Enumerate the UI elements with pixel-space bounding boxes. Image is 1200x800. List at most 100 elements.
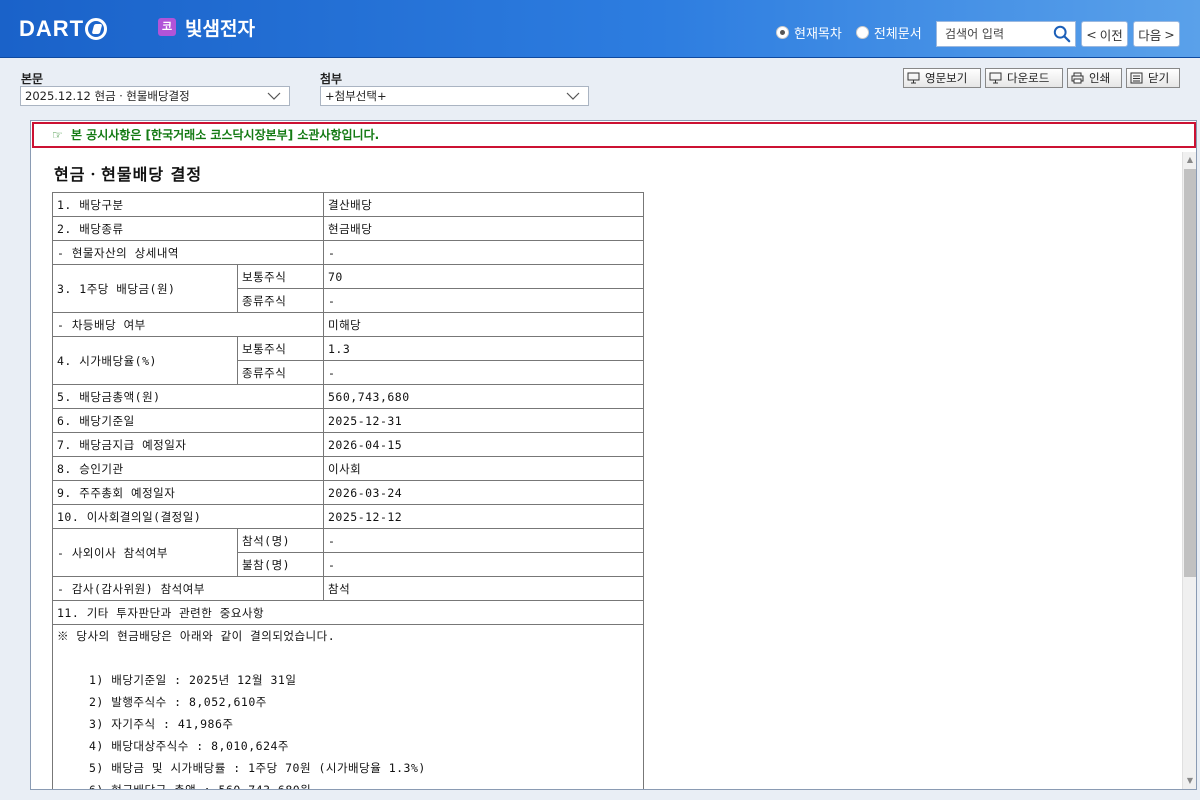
radio-unchecked-icon <box>855 26 869 39</box>
row-label: 2. 배당종류 <box>52 216 324 241</box>
logo-text: DART <box>19 16 85 41</box>
body-select-value: 2025.12.12 현금ㆍ현물배당결정 <box>25 89 190 103</box>
next-button[interactable]: 다음 > <box>1133 21 1180 47</box>
search-input[interactable] <box>937 22 1047 46</box>
row-label: 6. 배당기준일 <box>52 408 324 433</box>
row-label: 9. 주주총회 예정일자 <box>52 480 324 505</box>
jurisdiction-notice: ☞ 본 공시사항은 [한국거래소 코스닥시장본부] 소관사항입니다. <box>32 122 1196 148</box>
row-sublabel: 종류주식 <box>237 288 324 313</box>
row-value: 1.3 <box>323 336 644 361</box>
vertical-scrollbar[interactable]: ▲ ▼ <box>1182 152 1196 789</box>
print-label: 인쇄 <box>1089 71 1111 85</box>
scroll-down-icon[interactable]: ▼ <box>1186 777 1194 785</box>
note-item: 6) 현금배당금 총액 : 560,743,680원 <box>57 779 639 789</box>
body-label: 본문 <box>21 72 44 86</box>
row-label: 1. 배당구분 <box>52 192 324 217</box>
row-label: 3. 1주당 배당금(원) <box>52 264 238 313</box>
table-row: 11. 기타 투자판단과 관련한 중요사항 <box>52 600 644 625</box>
attach-select-value: +첨부선택+ <box>325 89 387 103</box>
row-label: 10. 이사회결의일(결정일) <box>52 504 324 529</box>
note-item: 2) 발행주식수 : 8,052,610주 <box>89 695 267 709</box>
pointing-hand-icon: ☞ <box>52 128 63 142</box>
prev-button[interactable]: < 이전 <box>1081 21 1128 47</box>
table-row: ※ 당사의 현금배당은 아래와 같이 결의되었습니다. 1) 배당기준일 : 2… <box>52 624 644 789</box>
radio-current-toc[interactable]: 현재목차 <box>776 23 842 42</box>
radio-whole-document[interactable]: 전체문서 <box>855 23 922 42</box>
close-button[interactable]: 닫기 <box>1126 68 1180 88</box>
dividend-table: 1. 배당구분 결산배당 2. 배당종류 현금배당 - 현물자산의 상세내역 -… <box>52 192 644 789</box>
row-value: 참석 <box>323 576 644 601</box>
search-scope-radio-group: 현재목차 전체문서 <box>776 23 936 42</box>
scroll-up-icon[interactable]: ▲ <box>1186 156 1194 164</box>
search-icon[interactable] <box>1053 25 1071 43</box>
table-row: 3. 1주당 배당금(원) 보통주식 70 <box>52 264 644 313</box>
row-label: 5. 배당금총액(원) <box>52 384 324 409</box>
row-label: - 현물자산의 상세내역 <box>52 240 324 265</box>
print-button[interactable]: 인쇄 <box>1067 68 1122 88</box>
download-label: 다운로드 <box>1007 71 1050 85</box>
dart-logo[interactable]: DART <box>19 16 108 42</box>
english-view-label: 영문보기 <box>925 71 968 85</box>
radio-all-label: 전체문서 <box>873 27 922 42</box>
search-box <box>936 21 1076 47</box>
document-body: 현금ㆍ현물배당 결정 1. 배당구분 결산배당 2. 배당종류 현금배당 - 현… <box>32 151 1180 789</box>
note-item: 3) 자기주식 : 41,986주 <box>89 717 234 731</box>
row-value: 2026-04-15 <box>323 432 644 457</box>
row-label: 7. 배당금지급 예정일자 <box>52 432 324 457</box>
body-select[interactable]: 2025.12.12 현금ㆍ현물배당결정 <box>20 86 290 106</box>
row-value: 560,743,680 <box>323 384 644 409</box>
logo-mark-icon <box>85 18 108 40</box>
notice-text: 본 공시사항은 [한국거래소 코스닥시장본부] 소관사항입니다. <box>70 128 380 142</box>
row-value: - <box>323 240 644 265</box>
close-label: 닫기 <box>1148 71 1170 85</box>
prev-button-label: 이전 <box>1099 27 1123 43</box>
row-value: 이사회 <box>323 456 644 481</box>
monitor-icon <box>989 72 1002 84</box>
next-button-label: 다음 <box>1138 27 1162 43</box>
row-value: - <box>323 360 644 385</box>
row-label: 4. 시가배당율(%) <box>52 336 238 385</box>
row-sublabel: 보통주식 <box>237 264 324 289</box>
close-window-icon <box>1130 72 1143 84</box>
document-frame: ☞ 본 공시사항은 [한국거래소 코스닥시장본부] 소관사항입니다. 현금ㆍ현물… <box>30 120 1197 790</box>
english-view-button[interactable]: 영문보기 <box>903 68 981 88</box>
scrollbar-thumb[interactable] <box>1184 169 1196 577</box>
row-value: - <box>323 552 644 577</box>
row-label: - 사외이사 참석여부 <box>52 528 238 577</box>
table-row: 10. 이사회결의일(결정일) 2025-12-12 <box>52 504 644 529</box>
notes-cell: ※ 당사의 현금배당은 아래와 같이 결의되었습니다. 1) 배당기준일 : 2… <box>52 624 644 789</box>
table-row: - 사외이사 참석여부 참석(명) - <box>52 528 644 577</box>
company-name: 빛샘전자 <box>185 18 255 40</box>
row-label: - 차등배당 여부 <box>52 312 324 337</box>
row-sublabel: 참석(명) <box>237 528 324 553</box>
note-item: 1) 배당기준일 : 2025년 12월 31일 <box>89 673 297 687</box>
printer-icon <box>1071 72 1084 84</box>
row-value: 결산배당 <box>323 192 644 217</box>
chevron-down-icon <box>566 92 580 100</box>
chevron-down-icon <box>267 92 281 100</box>
table-row: 2. 배당종류 현금배당 <box>52 216 644 241</box>
table-row: 1. 배당구분 결산배당 <box>52 192 644 217</box>
table-row: 8. 승인기관 이사회 <box>52 456 644 481</box>
top-header: DART 코 빛샘전자 현재목차 전체문서 < 이전 다음 > <box>0 0 1200 58</box>
row-value: 2026-03-24 <box>323 480 644 505</box>
table-row: 4. 시가배당율(%) 보통주식 1.3 <box>52 336 644 385</box>
row-sublabel: 불참(명) <box>237 552 324 577</box>
chevron-right-icon: > <box>1164 26 1175 42</box>
radio-checked-icon <box>776 26 789 39</box>
row-value: 2025-12-31 <box>323 408 644 433</box>
table-row: - 차등배당 여부 미해당 <box>52 312 644 337</box>
download-button[interactable]: 다운로드 <box>985 68 1063 88</box>
row-value: - <box>323 528 644 553</box>
table-row: - 현물자산의 상세내역 - <box>52 240 644 265</box>
document-title: 현금ㆍ현물배당 결정 <box>54 165 203 184</box>
radio-current-label: 현재목차 <box>794 27 842 42</box>
row-label: 8. 승인기관 <box>52 456 324 481</box>
table-row: 6. 배당기준일 2025-12-31 <box>52 408 644 433</box>
note-item: 5) 배당금 및 시가배당률 : 1주당 70원 (시가배당율 1.3%) <box>89 761 426 775</box>
row-label: 11. 기타 투자판단과 관련한 중요사항 <box>52 600 644 625</box>
row-sublabel: 보통주식 <box>237 336 324 361</box>
note-intro: ※ 당사의 현금배당은 아래와 같이 결의되었습니다. <box>57 629 336 643</box>
attach-select[interactable]: +첨부선택+ <box>320 86 589 106</box>
attach-label: 첨부 <box>320 72 343 86</box>
